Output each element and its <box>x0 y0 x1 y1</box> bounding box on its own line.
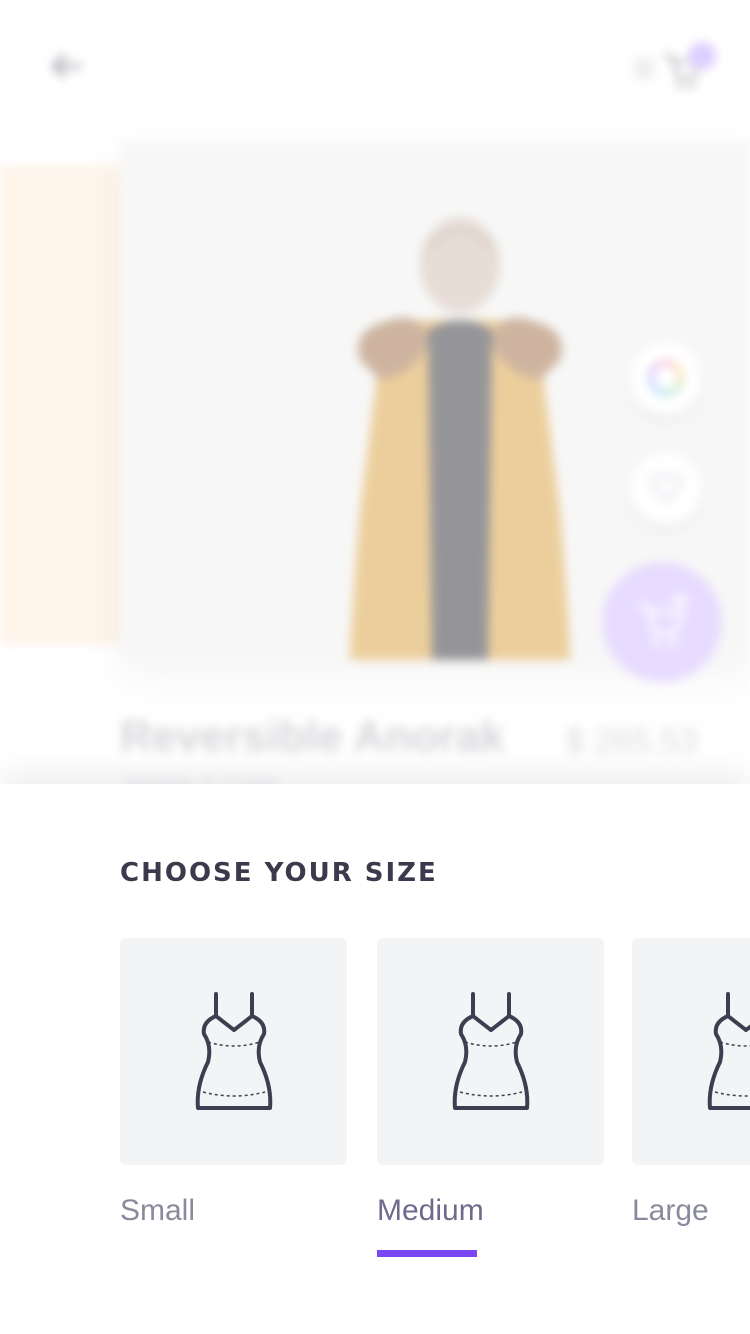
dress-icon <box>195 992 273 1110</box>
size-tile <box>377 938 604 1165</box>
size-label-medium: Medium <box>377 1194 484 1227</box>
dress-icon <box>452 992 530 1110</box>
size-option-small[interactable]: Small <box>120 938 347 1258</box>
size-label-large: Large <box>632 1194 709 1227</box>
size-option-medium[interactable]: Medium <box>377 938 604 1258</box>
size-picker-title: CHOOSE YOUR SIZE <box>120 858 438 888</box>
selected-size-indicator <box>377 1250 477 1257</box>
background-dim-overlay <box>0 0 750 800</box>
size-label-small: Small <box>120 1194 196 1227</box>
size-picker-sheet: CHOOSE YOUR SIZE Small Medium Large <box>0 784 750 1334</box>
size-tile <box>120 938 347 1165</box>
dress-icon <box>707 992 750 1110</box>
size-tile <box>632 938 750 1165</box>
size-option-large[interactable]: Large <box>632 938 750 1258</box>
